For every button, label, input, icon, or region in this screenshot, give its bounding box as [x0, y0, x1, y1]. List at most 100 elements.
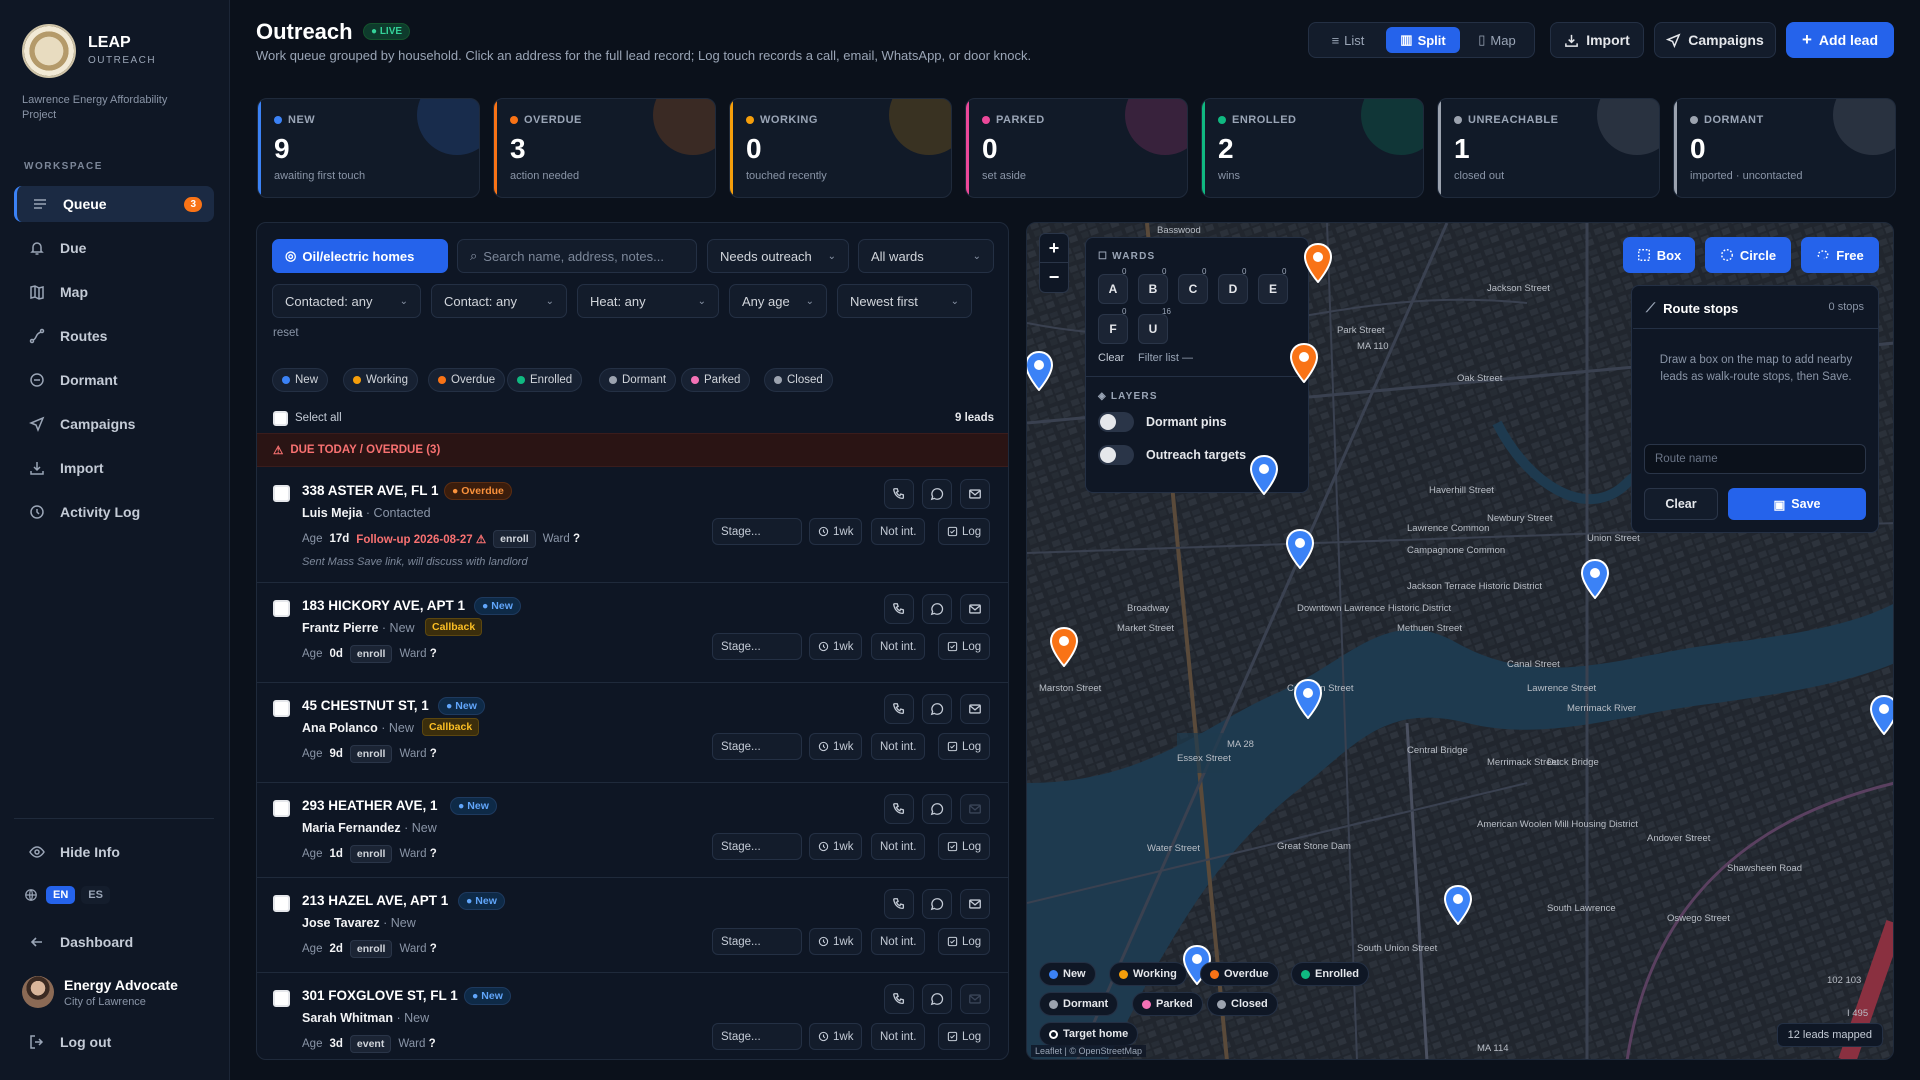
log-touch-button[interactable]: Log — [938, 928, 991, 955]
map-pin-icon[interactable] — [1249, 455, 1279, 495]
dormant-pins-toggle[interactable] — [1098, 412, 1134, 432]
stage-select[interactable]: Stage... — [712, 928, 802, 955]
sidebar-item-due[interactable]: Due — [14, 230, 214, 266]
call-button[interactable] — [884, 984, 914, 1014]
draw-box-button[interactable]: Box — [1623, 237, 1695, 273]
map-pin-icon[interactable] — [1289, 343, 1319, 383]
dashboard-link[interactable]: Dashboard — [14, 924, 214, 960]
lead-checkbox[interactable] — [273, 485, 290, 502]
whatsapp-button[interactable] — [922, 794, 952, 824]
snooze-button[interactable]: 1wk — [809, 733, 863, 760]
import-button[interactable]: Import — [1550, 22, 1644, 58]
contacted-select[interactable]: Contacted: any ⌄ — [272, 284, 421, 318]
search-input[interactable]: ⌕ Search name, address, notes... — [457, 239, 697, 273]
zoom-in-button[interactable]: + — [1040, 234, 1068, 263]
not-interested-button[interactable]: Not int. — [871, 733, 926, 760]
map-pin-icon[interactable] — [1293, 679, 1323, 719]
log-touch-button[interactable]: Log — [938, 1023, 991, 1050]
log-touch-button[interactable]: Log — [938, 833, 991, 860]
stage-select[interactable]: Stage... — [712, 633, 802, 660]
call-button[interactable] — [884, 694, 914, 724]
draw-free-button[interactable]: Free — [1801, 237, 1879, 273]
stat-card-unreachable[interactable]: UNREACHABLE 1 closed out — [1437, 98, 1660, 198]
campaigns-button[interactable]: Campaigns — [1654, 22, 1776, 58]
lead-checkbox[interactable] — [273, 895, 290, 912]
snooze-button[interactable]: 1wk — [809, 928, 863, 955]
snooze-button[interactable]: 1wk — [809, 518, 863, 545]
chip-enrolled[interactable]: Enrolled — [507, 368, 583, 392]
email-button[interactable] — [960, 984, 990, 1014]
chip-dormant[interactable]: Dormant — [599, 368, 677, 392]
snooze-button[interactable]: 1wk — [809, 633, 863, 660]
stage-select[interactable]: Stage... — [712, 1023, 802, 1050]
map-pin-icon[interactable] — [1285, 529, 1315, 569]
log-touch-button[interactable]: Log — [938, 633, 991, 660]
map-pin-icon[interactable] — [1443, 885, 1473, 925]
stat-card-parked[interactable]: PARKED 0 set aside — [965, 98, 1188, 198]
lead-address[interactable]: 45 CHESTNUT ST, 1 — [302, 698, 429, 713]
logout-button[interactable]: Log out — [14, 1024, 214, 1060]
route-save-button[interactable]: ▣ Save — [1728, 488, 1866, 520]
lead-name[interactable]: Maria Fernandez — [302, 821, 401, 835]
stage-select[interactable]: Stage... — [712, 833, 802, 860]
map-attribution[interactable]: Leaflet | © OpenStreetMap — [1031, 1045, 1147, 1057]
draw-circle-button[interactable]: Circle — [1705, 237, 1791, 273]
lead-address[interactable]: 293 HEATHER AVE, 1 — [302, 798, 438, 813]
not-interested-button[interactable]: Not int. — [871, 518, 926, 545]
lang-en-button[interactable]: EN — [46, 886, 76, 904]
not-interested-button[interactable]: Not int. — [871, 1023, 926, 1050]
whatsapp-button[interactable] — [922, 479, 952, 509]
ward-button-a[interactable]: A — [1098, 274, 1128, 304]
sidebar-item-import[interactable]: Import — [14, 450, 214, 486]
wards-select[interactable]: All wards ⌄ — [858, 239, 994, 273]
zoom-out-button[interactable]: − — [1040, 263, 1068, 292]
map-pin-icon[interactable] — [1049, 627, 1079, 667]
sidebar-item-activity-log[interactable]: Activity Log — [14, 494, 214, 530]
whatsapp-button[interactable] — [922, 594, 952, 624]
lead-address[interactable]: 213 HAZEL AVE, APT 1 — [302, 893, 448, 908]
wards-clear-link[interactable]: Clear — [1098, 352, 1124, 364]
whatsapp-button[interactable] — [922, 984, 952, 1014]
hide-info-button[interactable]: Hide Info — [14, 834, 214, 870]
map-view[interactable]: Basswood Park Street MA 110 Oak Street Haver… — [1026, 222, 1894, 1060]
snooze-button[interactable]: 1wk — [809, 1023, 863, 1050]
ward-button-u[interactable]: U — [1138, 314, 1168, 344]
call-button[interactable] — [884, 889, 914, 919]
ward-button-c[interactable]: C — [1178, 274, 1208, 304]
stat-card-dormant[interactable]: DORMANT 0 imported · uncontacted — [1673, 98, 1896, 198]
chip-overdue[interactable]: Overdue — [428, 368, 506, 392]
chip-closed[interactable]: Closed — [764, 368, 833, 392]
select-all-checkbox[interactable] — [273, 411, 288, 426]
contact-select[interactable]: Contact: any ⌄ — [431, 284, 567, 318]
lead-checkbox[interactable] — [273, 600, 290, 617]
email-button[interactable] — [960, 594, 990, 624]
email-button[interactable] — [960, 694, 990, 724]
reset-link[interactable]: reset — [273, 327, 299, 339]
view-list-button[interactable]: ≡ List — [1315, 27, 1381, 53]
route-clear-button[interactable]: Clear — [1644, 488, 1718, 520]
map-pin-icon[interactable] — [1303, 243, 1333, 283]
route-name-input[interactable]: Route name — [1644, 444, 1866, 474]
ward-button-d[interactable]: D — [1218, 274, 1248, 304]
sidebar-item-map[interactable]: Map — [14, 274, 214, 310]
stat-card-working[interactable]: WORKING 0 touched recently — [729, 98, 952, 198]
age-select[interactable]: Any age ⌄ — [729, 284, 827, 318]
lead-name[interactable]: Ana Polanco — [302, 721, 378, 735]
outreach-targets-toggle[interactable] — [1098, 445, 1134, 465]
sidebar-item-dormant[interactable]: Dormant — [14, 362, 214, 398]
log-touch-button[interactable]: Log — [938, 518, 991, 545]
oil-electric-toggle[interactable]: ◎ Oil/electric homes — [272, 239, 448, 273]
chip-new[interactable]: New — [272, 368, 329, 392]
view-map-button[interactable]: ▯ Map — [1464, 27, 1530, 53]
stat-card-enrolled[interactable]: ENROLLED 2 wins — [1201, 98, 1424, 198]
view-split-button[interactable]: ▥ Split — [1386, 27, 1460, 53]
sort-select[interactable]: Newest first ⌄ — [837, 284, 972, 318]
lead-address[interactable]: 338 ASTER AVE, FL 1 — [302, 483, 439, 498]
log-touch-button[interactable]: Log — [938, 733, 991, 760]
call-button[interactable] — [884, 479, 914, 509]
add-lead-button[interactable]: + Add lead — [1786, 22, 1894, 58]
chip-parked[interactable]: Parked — [681, 368, 751, 392]
lead-checkbox[interactable] — [273, 990, 290, 1007]
sidebar-item-routes[interactable]: Routes — [14, 318, 214, 354]
stat-card-new[interactable]: NEW 9 awaiting first touch — [257, 98, 480, 198]
